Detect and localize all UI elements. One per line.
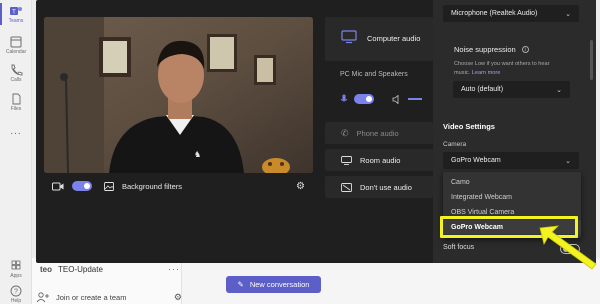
camera-preview: ♞ xyxy=(44,17,313,173)
camera-select[interactable]: GoPro Webcam ⌄ xyxy=(443,152,579,169)
computer-audio-option[interactable]: Computer audio xyxy=(325,17,433,61)
computer-audio-label: Computer audio xyxy=(367,34,421,43)
gear-icon[interactable]: ⚙ xyxy=(174,292,182,303)
svg-text:?: ? xyxy=(14,289,18,296)
room-audio-option[interactable]: Room audio xyxy=(325,149,433,171)
noise-hint-line-2: music. xyxy=(454,70,471,76)
help-icon: ? xyxy=(10,285,22,297)
noise-suppression-label: Noise suppression xyxy=(454,45,516,54)
info-icon[interactable]: i xyxy=(521,46,529,53)
camera-label: Camera xyxy=(443,141,467,148)
rail-label: Calendar xyxy=(5,49,27,55)
rail-item-apps[interactable]: Apps xyxy=(0,260,32,279)
camera-option-integrated-webcam[interactable]: Integrated Webcam xyxy=(443,190,581,204)
rail-label: Help xyxy=(10,298,22,304)
svg-text:T: T xyxy=(12,10,16,16)
rail-item-calendar[interactable]: Calendar xyxy=(0,36,32,55)
noise-suppression-hint: Choose Low if you want others to hear mu… xyxy=(454,60,574,78)
pc-mic-speakers-label: PC Mic and Speakers xyxy=(340,71,408,78)
dont-use-audio-label: Don't use audio xyxy=(360,182,412,192)
speaker-volume-slider[interactable] xyxy=(408,98,422,100)
new-conversation-button[interactable]: ✎ New conversation xyxy=(226,276,321,293)
background-filters-label[interactable]: Background filters xyxy=(122,182,182,191)
team-logo: teo xyxy=(40,264,52,274)
mic-speaker-controls xyxy=(340,92,433,106)
camera-icon xyxy=(52,182,64,190)
noise-suppression-value: Auto (default) xyxy=(461,86,504,93)
room-audio-label: Room audio xyxy=(360,155,401,165)
chevron-down-icon: ⌄ xyxy=(565,10,571,18)
chevron-down-icon: ⌄ xyxy=(565,157,571,165)
microphone-icon xyxy=(340,94,348,102)
rail-label: Apps xyxy=(10,273,22,279)
svg-text:♞: ♞ xyxy=(194,150,201,159)
teams-icon: T xyxy=(10,7,22,16)
team-more-options-icon[interactable]: ··· xyxy=(168,264,180,274)
rail-label: Files xyxy=(10,106,22,112)
app-rail: T Teams Calendar Calls Files ... Apps ? … xyxy=(0,0,32,304)
speaker-icon xyxy=(392,94,399,104)
compose-icon: ✎ xyxy=(237,280,244,289)
dont-use-audio-option[interactable]: Don't use audio xyxy=(325,176,433,198)
noise-suppression-heading: Noise suppression i xyxy=(454,45,529,54)
background-filters-icon xyxy=(104,181,114,191)
room-screen-icon xyxy=(341,155,352,165)
phone-icon: ✆ xyxy=(341,127,349,138)
computer-icon xyxy=(341,30,357,44)
join-or-create-team[interactable]: Join or create a team ⚙ xyxy=(36,290,182,304)
camera-select-value: GoPro Webcam xyxy=(451,157,501,164)
microphone-select-value: Microphone (Realtek Audio) xyxy=(451,10,538,17)
rail-item-files[interactable]: Files xyxy=(0,93,32,112)
camera-option-camo[interactable]: Camo xyxy=(443,175,581,189)
rail-item-calls[interactable]: Calls xyxy=(0,64,32,83)
video-controls-bar: Background filters ⚙ xyxy=(44,173,313,199)
calendar-icon xyxy=(10,36,22,48)
soft-focus-label: Soft focus xyxy=(443,244,475,251)
rail-item-help[interactable]: ? Help xyxy=(0,285,32,304)
new-conversation-label: New conversation xyxy=(249,280,310,289)
join-team-label: Join or create a team xyxy=(56,292,127,302)
phone-audio-option[interactable]: ✆ Phone audio xyxy=(325,122,433,144)
video-settings-heading: Video Settings xyxy=(443,122,495,131)
noise-hint-line-1: Choose Low if you want others to hear xyxy=(454,61,550,67)
no-audio-icon xyxy=(341,182,352,192)
phone-icon xyxy=(11,64,23,76)
more-apps-button[interactable]: ... xyxy=(0,126,32,137)
file-icon xyxy=(12,93,21,105)
team-name: TEO-Update xyxy=(58,264,103,274)
rail-item-teams[interactable]: T Teams xyxy=(0,3,32,25)
microphone-toggle[interactable] xyxy=(354,94,374,104)
teams-window: T Teams Calendar Calls Files ... Apps ? … xyxy=(0,0,600,304)
learn-more-link[interactable]: Learn more xyxy=(472,70,501,76)
phone-audio-label: Phone audio xyxy=(356,128,399,138)
join-team-icon xyxy=(36,292,49,303)
webcam-video-frame: ♞ xyxy=(44,17,313,173)
apps-icon xyxy=(11,260,21,270)
camera-toggle[interactable] xyxy=(72,181,92,191)
microphone-select[interactable]: Microphone (Realtek Audio) ⌄ xyxy=(443,5,579,22)
rail-label: Teams xyxy=(8,18,24,24)
pointer-arrow-icon xyxy=(539,225,597,270)
device-settings-gear-icon[interactable]: ⚙ xyxy=(296,181,305,192)
chevron-down-icon: ⌄ xyxy=(556,86,562,94)
noise-suppression-select[interactable]: Auto (default) ⌄ xyxy=(453,81,570,98)
settings-scrollbar[interactable] xyxy=(590,40,593,80)
rail-label: Calls xyxy=(10,77,22,83)
team-row-teo-update[interactable]: teo TEO-Update ··· xyxy=(40,262,180,276)
